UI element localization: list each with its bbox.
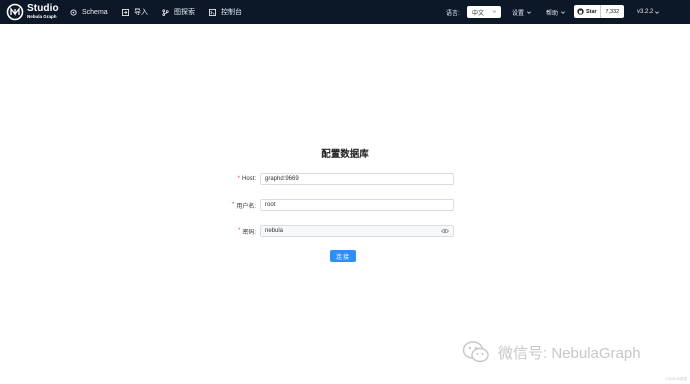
password-label-text: 密码:: [242, 229, 256, 236]
top-navigation-bar: Studio Nebula Graph Schema 导入 图探索 控制台 语言…: [0, 0, 690, 24]
settings-menu[interactable]: 设置: [512, 0, 532, 24]
language-select[interactable]: 中文: [467, 6, 501, 18]
nav-label-import: 导入: [134, 9, 148, 16]
wechat-watermark: 微信号: NebulaGraph: [462, 340, 641, 364]
source-watermark: CSDN @成语: [665, 377, 687, 381]
nav-label-schema: Schema: [82, 8, 108, 16]
username-label-text: 用户名:: [236, 203, 256, 210]
schema-icon: [70, 8, 77, 16]
chevron-down-icon: [655, 10, 660, 14]
nav-item-schema[interactable]: Schema: [70, 0, 108, 24]
chevron-down-icon: [561, 10, 565, 14]
import-icon: [122, 8, 129, 16]
github-star-button[interactable]: Star 7,332: [574, 5, 624, 18]
watermark-text: 微信号: NebulaGraph: [498, 344, 641, 362]
host-input[interactable]: graphd:9669: [260, 173, 454, 185]
studio-logo[interactable]: Studio Nebula Graph: [6, 3, 59, 21]
explore-icon: [162, 8, 169, 16]
connect-button[interactable]: 连接: [330, 250, 356, 262]
host-label-text: Host:: [241, 176, 256, 182]
host-label: * Host:: [238, 173, 256, 185]
version-label: v3.2.2: [637, 9, 654, 15]
help-label: 帮助: [546, 10, 559, 17]
language-value: 中文: [472, 10, 485, 17]
logo-title: Studio: [27, 3, 59, 15]
console-icon: [209, 8, 216, 16]
wechat-icon: [462, 341, 489, 363]
password-label: * 密码:: [238, 225, 256, 237]
chevron-down-icon: [527, 10, 531, 14]
required-mark: *: [237, 228, 241, 234]
github-star-count: 7,332: [605, 8, 620, 15]
required-mark: *: [237, 176, 240, 182]
nav-item-console[interactable]: 控制台: [209, 0, 242, 24]
username-label: * 用户名:: [232, 199, 256, 211]
chevron-down-icon: [492, 10, 497, 13]
page-title: 配置数据库: [321, 149, 369, 160]
nav-item-explore[interactable]: 图探索: [162, 0, 195, 24]
required-mark: *: [231, 202, 235, 208]
nav-label-explore: 图探索: [174, 9, 195, 16]
nebula-logo-icon: [6, 3, 24, 21]
logo-subtitle: Nebula Graph: [27, 14, 57, 20]
settings-label: 设置: [512, 10, 525, 17]
github-star-label: Star: [586, 8, 597, 15]
help-menu[interactable]: 帮助: [546, 0, 566, 24]
eye-icon[interactable]: [441, 228, 449, 234]
nav-label-console: 控制台: [221, 9, 242, 16]
version-menu[interactable]: v3.2.2: [637, 0, 660, 24]
github-icon: [577, 8, 584, 15]
username-input[interactable]: root: [260, 199, 454, 211]
password-input[interactable]: nebula: [260, 225, 454, 237]
nav-item-import[interactable]: 导入: [122, 0, 148, 24]
language-label: 语言:: [446, 10, 460, 17]
password-value: nebula: [265, 228, 284, 234]
